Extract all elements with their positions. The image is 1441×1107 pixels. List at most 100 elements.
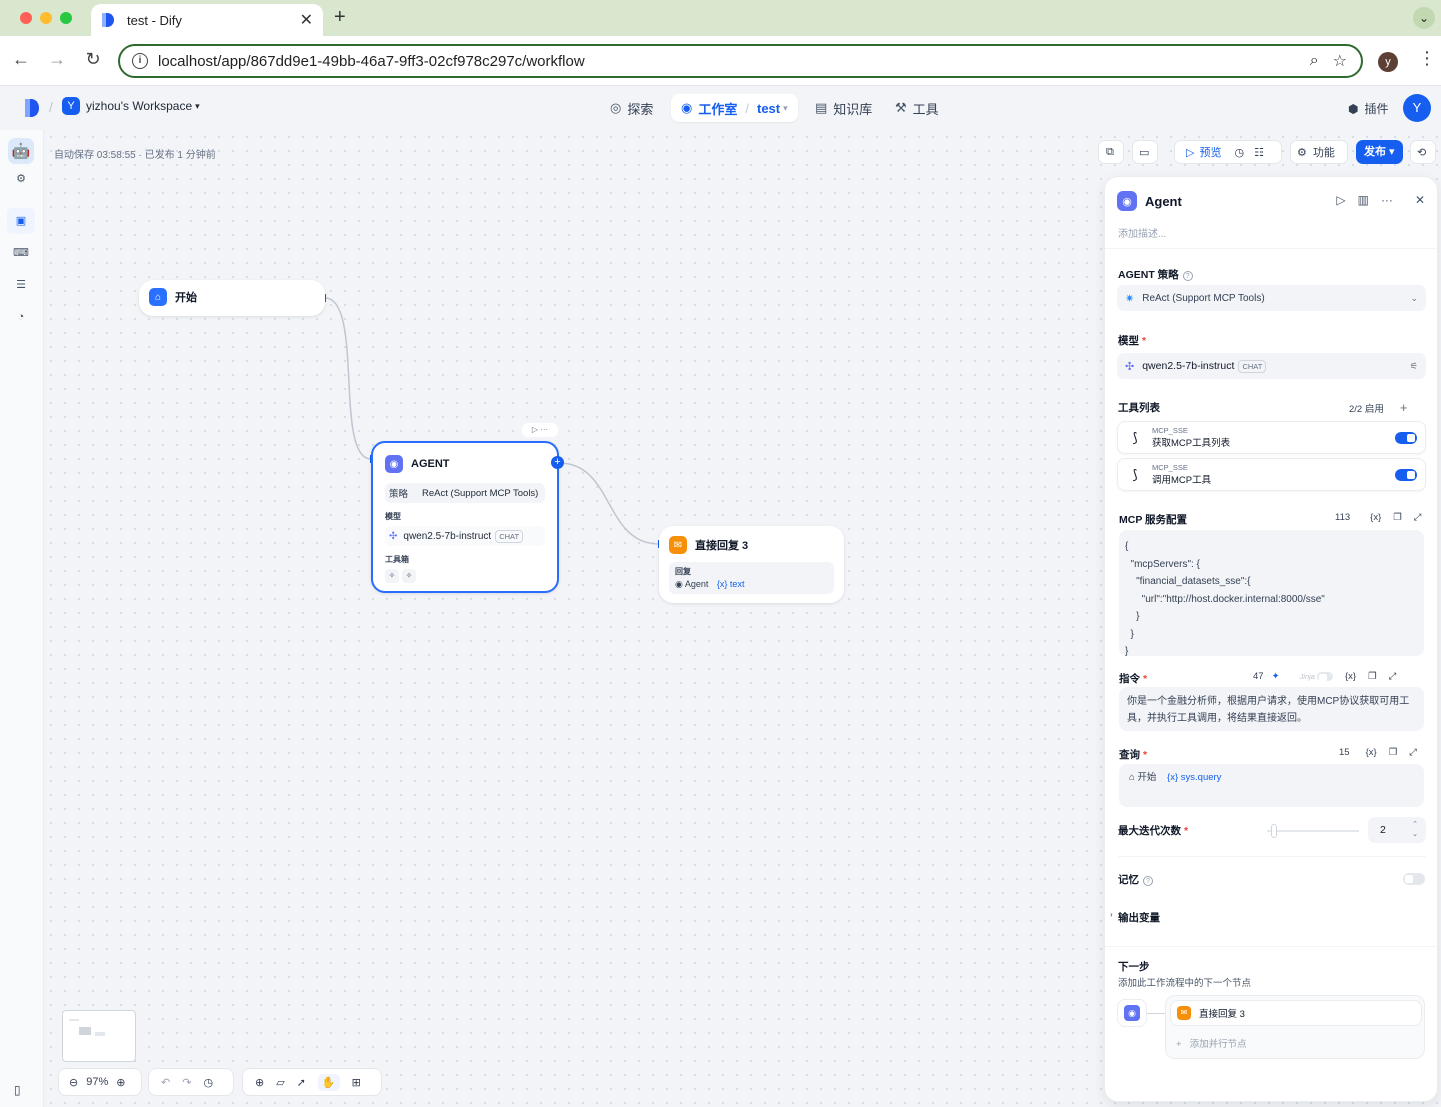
query-editor[interactable]: ⌂ 开始 {x} sys.query <box>1119 764 1424 807</box>
jinja-label: Jinja <box>1299 672 1315 681</box>
copy-icon[interactable]: ❐ <box>1393 512 1402 523</box>
mcp-config-editor[interactable]: { "mcpServers": { "financial_datasets_ss… <box>1119 530 1424 657</box>
url-text[interactable]: localhost/app/867dd9e1-49bb-46a7-9ff3-02… <box>158 53 1310 70</box>
output-vars-toggle[interactable]: › 输出变量 <box>1110 910 1160 925</box>
nav-knowledge[interactable]: ▤ 知识库 <box>815 94 872 122</box>
home-icon: ⌂ <box>1129 772 1135 783</box>
layout-icon[interactable]: ⊞ <box>352 1076 361 1089</box>
add-parallel-node-button[interactable]: + 添加并行节点 <box>1176 1036 1247 1050</box>
sidebar-item-monitoring[interactable]: ◔ <box>10 306 32 328</box>
site-info-icon[interactable]: i <box>132 53 148 69</box>
insert-variable-icon[interactable]: {x} <box>1370 512 1381 523</box>
forward-icon[interactable]: → <box>45 49 69 70</box>
max-iterations-input[interactable]: 2 ⌃ ⌄ <box>1368 817 1426 843</box>
jinja-toggle[interactable] <box>1316 672 1333 682</box>
add-tool-icon[interactable]: + <box>1400 400 1408 415</box>
reload-icon[interactable]: ↻ <box>81 49 105 70</box>
zoom-level[interactable]: 97% <box>86 1076 108 1088</box>
model-select[interactable]: ✣ qwen2.5-7b-instruct CHAT ⚟ <box>1117 353 1426 379</box>
run-node-icon[interactable]: ▷ <box>1336 193 1345 207</box>
browser-menu-icon[interactable]: ⋮ <box>1418 48 1436 69</box>
undo-icon[interactable]: ↶ <box>161 1076 170 1089</box>
version-history-button[interactable]: ⟲ <box>1410 140 1436 164</box>
bookmark-star-icon[interactable]: ☆ <box>1333 51 1347 71</box>
panel-title[interactable]: Agent <box>1145 194 1182 209</box>
nav-explore[interactable]: ◎ 探索 <box>610 94 653 122</box>
app-settings-icon[interactable]: ⚙ <box>10 168 32 190</box>
insert-variable-icon[interactable]: {x} <box>1366 747 1377 758</box>
add-next-node-icon[interactable]: + <box>551 456 564 469</box>
sidebar-item-orchestrate[interactable]: ▣ <box>7 208 35 234</box>
features-button[interactable]: ⚙ 功能 <box>1290 140 1348 164</box>
more-icon[interactable]: ··· <box>1381 193 1393 207</box>
tab-search-icon[interactable]: ⌄ <box>1413 7 1435 29</box>
workspace-switcher[interactable]: Y yizhou's Workspace ▾ <box>62 97 200 115</box>
zoom-out-icon[interactable]: ⊖ <box>69 1076 78 1089</box>
copy-icon[interactable]: ❐ <box>1368 671 1377 682</box>
profile-avatar[interactable]: y <box>1378 52 1398 72</box>
copy-icon[interactable]: ❐ <box>1389 747 1398 758</box>
browser-toolbar: ← → ↻ i localhost/app/867dd9e1-49bb-46a7… <box>0 36 1441 86</box>
agent-node[interactable]: ◉ AGENT 策略 ReAct (Support MCP Tools) 模型 … <box>371 441 559 593</box>
insert-variable-icon[interactable]: {x} <box>1345 671 1356 682</box>
address-bar[interactable]: i localhost/app/867dd9e1-49bb-46a7-9ff3-… <box>118 44 1363 78</box>
max-iterations-slider[interactable] <box>1267 824 1359 838</box>
start-node[interactable]: ⌂ 开始 <box>139 280 325 316</box>
plugins-button[interactable]: ⬢ 插件 <box>1348 100 1389 117</box>
tool-card-list-tools[interactable]: ⟆ MCP_SSE 获取MCP工具列表 <box>1117 421 1426 454</box>
publish-button[interactable]: 发布 ▾ <box>1356 140 1403 164</box>
sidebar-collapse-icon[interactable]: ▯ <box>14 1083 21 1097</box>
dify-logo-icon[interactable] <box>24 98 40 118</box>
tool-enable-toggle[interactable] <box>1395 431 1417 444</box>
maximize-window-button[interactable] <box>60 12 72 24</box>
sidebar-item-logs[interactable]: ☰ <box>10 274 32 296</box>
next-node-item[interactable]: ✉ 直接回复 3 <box>1170 1000 1422 1026</box>
sidebar-item-api[interactable]: ⌨ <box>10 242 32 264</box>
robot-icon: ◉ <box>681 100 693 115</box>
close-tab-icon[interactable]: ✕ <box>300 10 313 30</box>
sparkle-icon[interactable]: ✦ <box>1272 671 1280 682</box>
nav-studio[interactable]: ◉ 工作室 / test ▾ <box>671 94 798 122</box>
help-icon[interactable]: ? <box>1143 876 1153 886</box>
mcp-config-meta: 113 {x} ❐ ⤢ <box>1335 512 1421 523</box>
close-icon[interactable]: ✕ <box>1415 193 1425 207</box>
app-robot-icon[interactable]: 🤖 <box>8 138 34 164</box>
user-avatar[interactable]: Y <box>1403 94 1431 122</box>
current-app-name[interactable]: test <box>757 101 780 116</box>
description-input[interactable]: 添加描述... <box>1118 225 1166 240</box>
minimap[interactable] <box>62 1010 136 1062</box>
expand-icon[interactable]: ⤢ <box>1414 512 1422 523</box>
strategy-select[interactable]: ✷ ReAct (Support MCP Tools) ⌄ <box>1117 285 1426 311</box>
redo-icon[interactable]: ↷ <box>182 1076 191 1089</box>
back-icon[interactable]: ← <box>9 49 33 70</box>
instruction-editor[interactable]: 你是一个金融分析师，根据用户请求，使用MCP协议获取可用工具，并执行工具调用，将… <box>1119 687 1424 731</box>
tool-card-call-tool[interactable]: ⟆ MCP_SSE 调用MCP工具 <box>1117 458 1426 491</box>
minimize-window-button[interactable] <box>40 12 52 24</box>
tool-enable-toggle[interactable] <box>1395 468 1417 481</box>
conversation-vars-button[interactable]: ▭ <box>1132 140 1158 164</box>
add-node-icon[interactable]: ⊕ <box>255 1076 264 1089</box>
pointer-icon[interactable]: ➚ <box>297 1076 306 1089</box>
browser-tab[interactable]: test - Dify ✕ <box>91 4 323 36</box>
add-note-icon[interactable]: ▱ <box>276 1076 284 1089</box>
checklist-icon[interactable]: ☷ <box>1254 146 1264 159</box>
hand-icon[interactable]: ✋ <box>317 1073 340 1091</box>
nav-tools[interactable]: ⚒ 工具 <box>895 94 939 122</box>
stepper-arrows-icon[interactable]: ⌃ ⌄ <box>1412 820 1418 840</box>
preview-button[interactable]: 预览 <box>1199 144 1221 160</box>
history-icon[interactable]: ◷ <box>1234 146 1244 159</box>
memory-toggle[interactable] <box>1403 873 1425 885</box>
zoom-icon[interactable]: ⌕ <box>1310 52 1319 70</box>
new-tab-button[interactable]: + <box>334 6 346 29</box>
reply-node[interactable]: ✉ 直接回复 3 回复 ◉ Agent {x} text <box>659 526 844 603</box>
history-icon[interactable]: ◷ <box>203 1076 213 1089</box>
expand-icon[interactable]: ⤢ <box>1389 671 1397 682</box>
close-window-button[interactable] <box>20 12 32 24</box>
zoom-in-icon[interactable]: ⊕ <box>116 1076 125 1089</box>
slider-knob[interactable] <box>1271 824 1278 838</box>
model-settings-icon[interactable]: ⚟ <box>1410 361 1418 372</box>
help-icon[interactable]: ? <box>1182 271 1193 281</box>
expand-icon[interactable]: ⤢ <box>1409 747 1417 758</box>
help-doc-icon[interactable]: ▥ <box>1358 193 1369 207</box>
agent-node-quick-actions[interactable]: ▷ ··· <box>522 423 558 437</box>
